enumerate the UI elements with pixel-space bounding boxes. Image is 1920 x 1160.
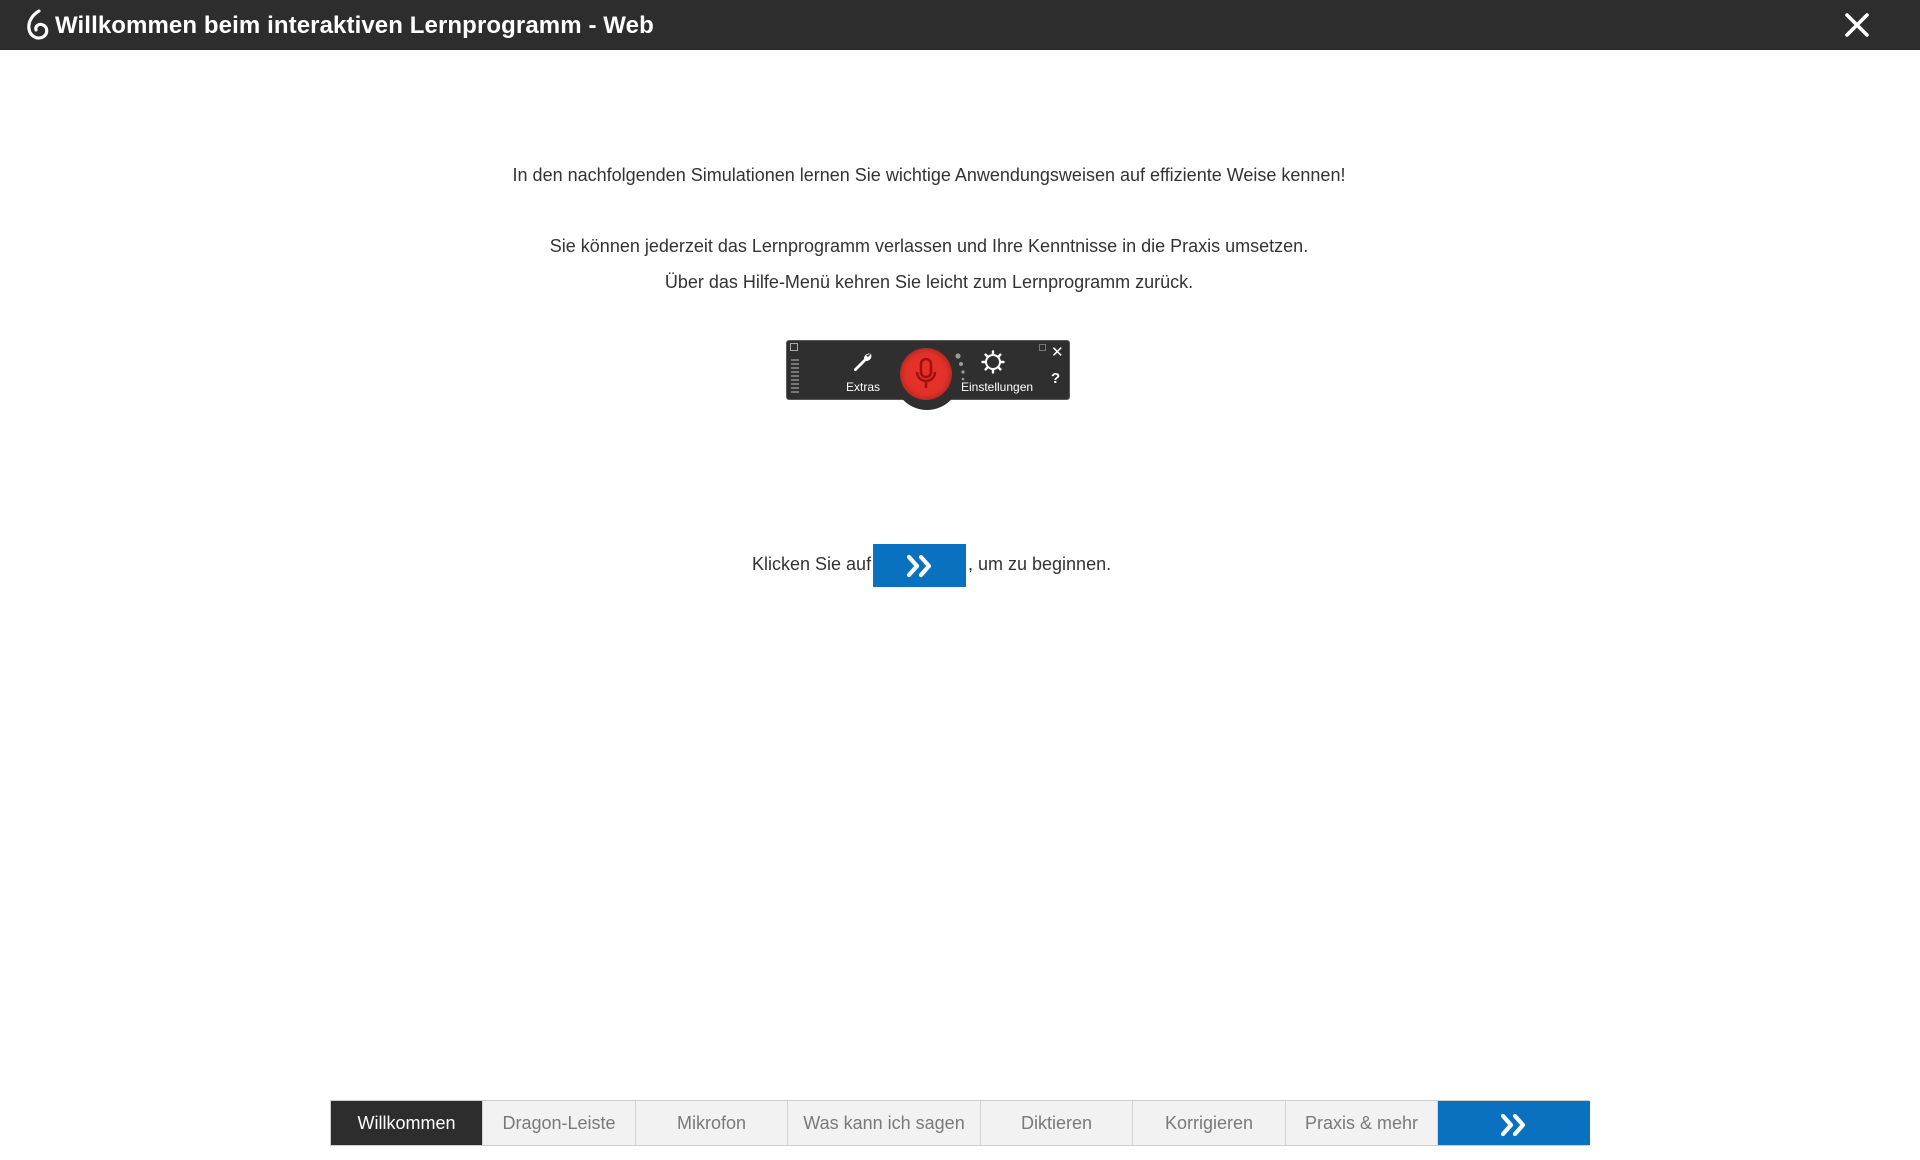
microphone-icon <box>915 357 937 388</box>
start-instruction: Klicken Sie auf , um zu beginnen. <box>0 544 1920 588</box>
bar-close-icon: ✕ <box>1051 344 1064 361</box>
start-next-button[interactable] <box>873 544 966 587</box>
double-chevron-right-icon <box>906 554 932 578</box>
intro-line-1: In den nachfolgenden Simulationen lernen… <box>512 165 1346 185</box>
double-chevron-right-icon <box>1500 1113 1526 1137</box>
volume-meter-icon <box>791 359 799 393</box>
window-title: Willkommen beim interaktiven Lernprogram… <box>55 12 654 39</box>
dragon-logo-icon <box>27 9 49 40</box>
dragon-bar-image: Extras Einstellungen ✕ ? <box>786 340 1070 414</box>
main-content: In den nachfolgenden Simulationen lernen… <box>0 50 1920 1100</box>
close-icon[interactable] <box>1843 11 1871 39</box>
start-suffix: , um zu beginnen. <box>968 554 1112 574</box>
title-bar: Willkommen beim interaktiven Lernprogram… <box>0 0 1920 50</box>
tab-diktieren[interactable]: Diktieren <box>981 1101 1133 1145</box>
tab-praxis-und-mehr[interactable]: Praxis & mehr <box>1286 1101 1438 1145</box>
bottom-navigation: Willkommen Dragon-Leiste Mikrofon Was ka… <box>330 1100 1590 1146</box>
extras-label: Extras <box>845 380 880 394</box>
tab-dragon-leiste[interactable]: Dragon-Leiste <box>483 1101 636 1145</box>
tab-was-kann-ich-sagen[interactable]: Was kann ich sagen <box>788 1101 981 1145</box>
help-icon: ? <box>1051 370 1061 387</box>
gear-icon <box>981 350 1005 374</box>
tab-mikrofon[interactable]: Mikrofon <box>636 1101 788 1145</box>
start-prefix: Klicken Sie auf <box>752 554 872 574</box>
intro-line-2: Sie können jederzeit das Lernprogramm ve… <box>549 236 1309 256</box>
pin-icon <box>1039 344 1046 351</box>
microphone-button <box>900 348 952 400</box>
minimize-icon <box>790 343 798 351</box>
intro-line-3: Über das Hilfe-Menü kehren Sie leicht zu… <box>664 272 1194 292</box>
tab-korrigieren[interactable]: Korrigieren <box>1133 1101 1286 1145</box>
level-dots-icon <box>955 353 965 381</box>
settings-label: Einstellungen <box>961 380 1034 394</box>
wrench-icon <box>853 353 872 372</box>
nav-next-button[interactable] <box>1438 1101 1590 1145</box>
tab-willkommen[interactable]: Willkommen <box>331 1101 483 1145</box>
